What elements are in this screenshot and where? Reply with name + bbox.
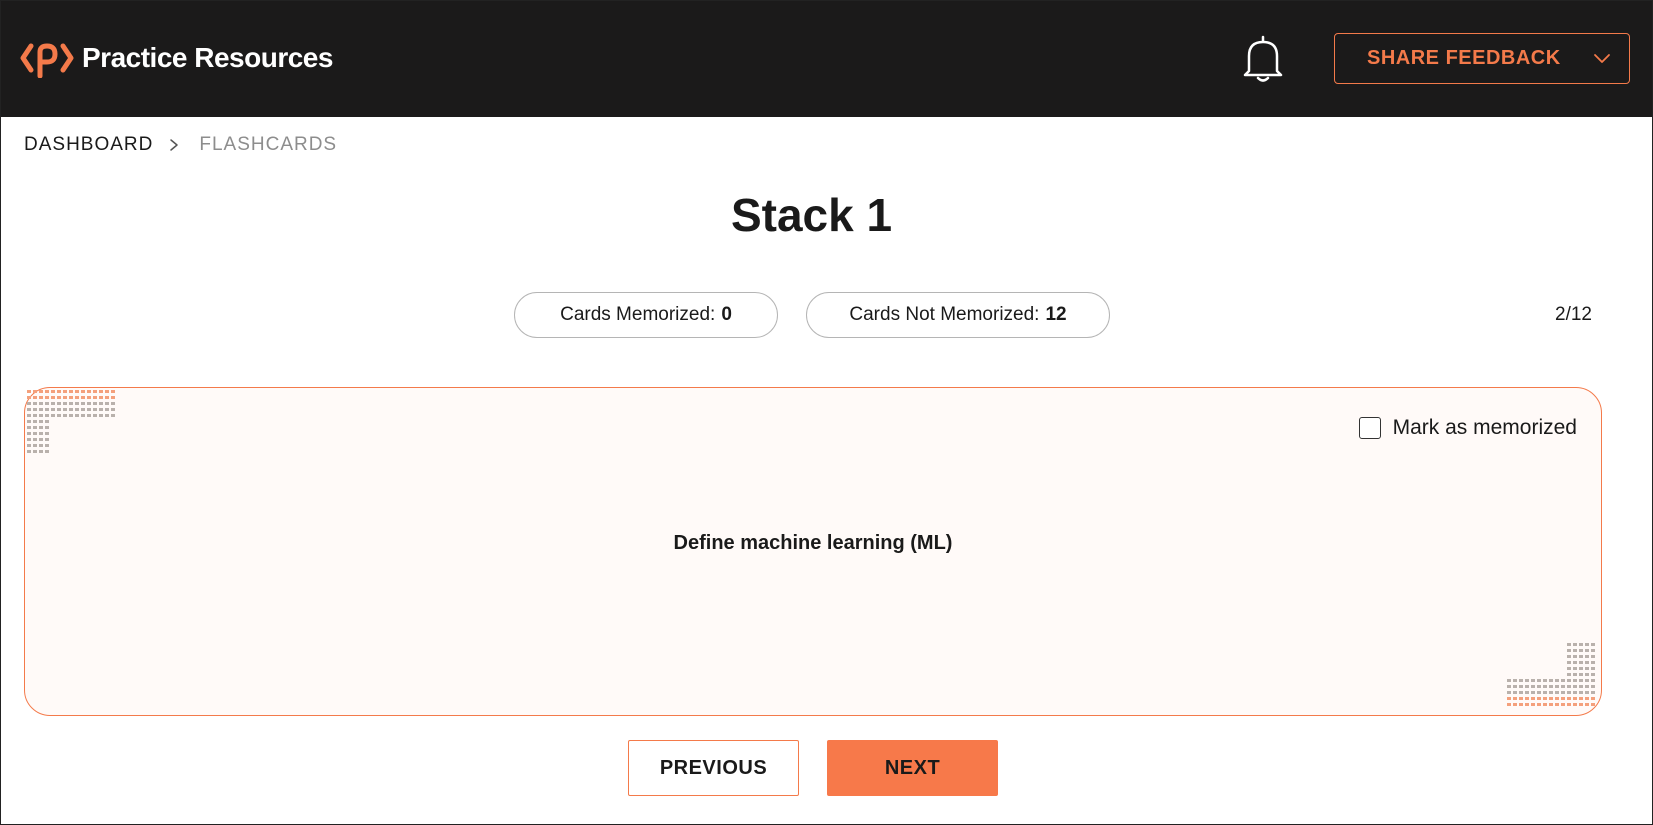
mark-as-memorized-toggle[interactable]: Mark as memorized [1358, 414, 1577, 442]
cards-not-memorized-badge: Cards Not Memorized: 12 [806, 292, 1110, 338]
breadcrumb-dashboard[interactable]: DASHBOARD [24, 134, 153, 156]
previous-button[interactable]: PREVIOUS [628, 740, 799, 796]
bell-icon[interactable] [1240, 34, 1286, 84]
cards-not-memorized-label: Cards Not Memorized: [849, 304, 1040, 325]
share-feedback-dropdown[interactable]: SHARE FEEDBACK [1334, 33, 1630, 84]
chevron-right-icon [170, 139, 179, 151]
share-feedback-label: SHARE FEEDBACK [1367, 47, 1561, 69]
cards-memorized-count: 0 [721, 304, 732, 325]
brand-logo-icon [20, 43, 74, 78]
flashcard-question: Define machine learning (ML) [673, 532, 953, 554]
flashcard[interactable]: Mark as memorized Define machine learnin… [24, 387, 1602, 716]
next-button[interactable]: NEXT [827, 740, 998, 796]
mark-as-memorized-checkbox[interactable] [1358, 417, 1381, 439]
mark-as-memorized-label: Mark as memorized [1392, 416, 1577, 439]
brand-logo[interactable]: Practice Resources [20, 36, 333, 80]
breadcrumb-flashcards: FLASHCARDS [199, 134, 338, 155]
card-position: 2/12 [1555, 304, 1592, 325]
cards-memorized-label: Cards Memorized: [560, 304, 716, 325]
decorative-dots-bottom-right [1507, 643, 1595, 706]
chevron-down-icon [1594, 54, 1610, 63]
app-name: Practice Resources [82, 42, 333, 73]
cards-not-memorized-count: 12 [1045, 304, 1067, 325]
cards-memorized-badge: Cards Memorized: 0 [514, 292, 778, 338]
breadcrumb: DASHBOARD FLASHCARDS [24, 133, 337, 157]
page-title: Stack 1 [730, 189, 893, 241]
decorative-dots-top-left [27, 390, 115, 453]
top-header: Practice Resources SHARE FEEDBACK [0, 0, 1653, 117]
